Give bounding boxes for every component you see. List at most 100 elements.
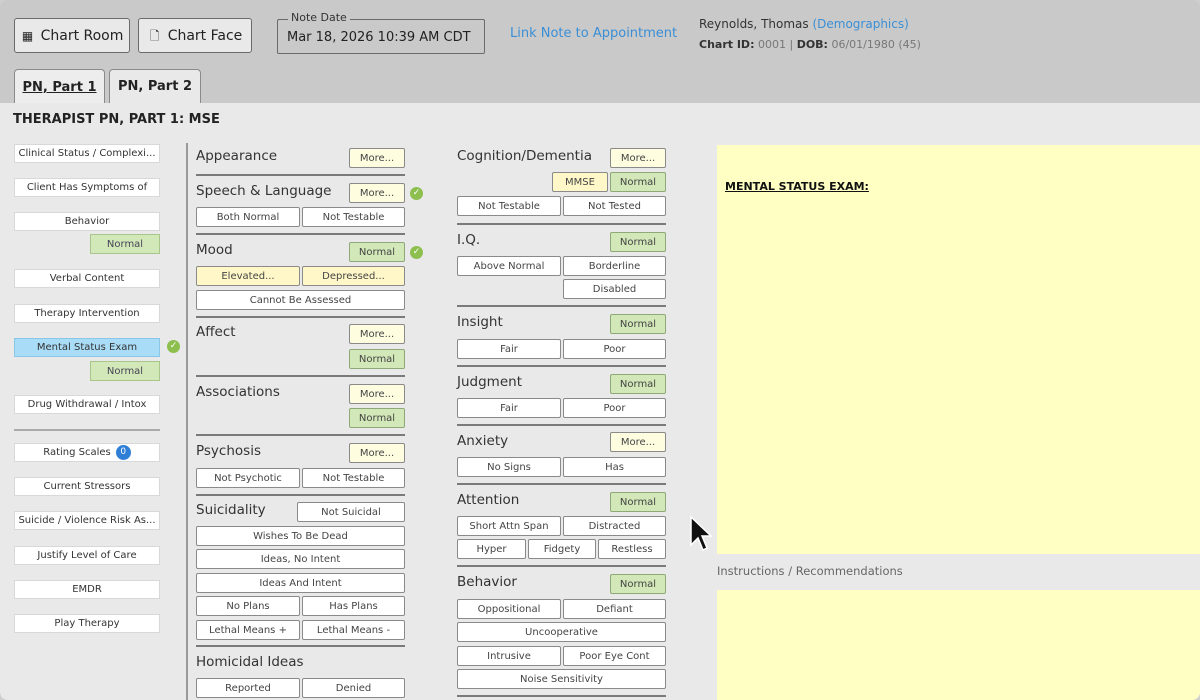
dob-label: DOB: (796, 38, 828, 51)
chart-room-button[interactable]: ▦ Chart Room (14, 18, 130, 53)
behavior-normal-badge: Normal (90, 234, 160, 254)
distracted-button[interactable]: Distracted (563, 516, 666, 536)
anxiety-has-button[interactable]: Has (563, 457, 666, 477)
mental-status-exam-note-area[interactable]: MENTAL STATUS EXAM: (717, 145, 1200, 554)
restless-button[interactable]: Restless (598, 539, 666, 559)
section-divider (196, 233, 405, 235)
mouse-cursor-icon (690, 515, 712, 552)
link-note-to-appointment[interactable]: Link Note to Appointment (510, 26, 677, 41)
insight-poor-button[interactable]: Poor (563, 339, 666, 359)
sidebar-item-play-therapy[interactable]: Play Therapy (14, 614, 160, 633)
psychosis-more-button[interactable]: More... (349, 443, 405, 463)
ideas-and-intent-button[interactable]: Ideas And Intent (196, 573, 405, 593)
behavior-normal-button[interactable]: Normal (610, 574, 666, 594)
mood-depressed-button[interactable]: Depressed... (302, 266, 405, 286)
demographics-link[interactable]: (Demographics) (812, 17, 908, 31)
fidgety-button[interactable]: Fidgety (528, 539, 596, 559)
sidebar-item-mental-status-exam[interactable]: Mental Status Exam (14, 338, 160, 357)
short-attn-span-button[interactable]: Short Attn Span (457, 516, 561, 536)
tab-pn-part-2[interactable]: PN, Part 2 (109, 69, 201, 103)
noise-sensitivity-button[interactable]: Noise Sensitivity (457, 669, 666, 689)
sidebar-item-rating-scales[interactable]: Rating Scales 0 (14, 443, 160, 462)
app-window: ▦ Chart Room 🗋 Chart Face Note Date Mar … (0, 0, 1200, 700)
cognition-normal-button[interactable]: Normal (610, 172, 666, 192)
speech-check-icon: ✓ (410, 187, 423, 200)
anxiety-more-button[interactable]: More... (610, 432, 666, 452)
sidebar-item-verbal-content[interactable]: Verbal Content (14, 269, 160, 288)
sidebar-item-behavior[interactable]: Behavior (14, 212, 160, 231)
affect-more-button[interactable]: More... (349, 324, 405, 344)
speech-not-testable-button[interactable]: Not Testable (302, 207, 405, 227)
sidebar-item-justify-level-of-care[interactable]: Justify Level of Care (14, 546, 160, 565)
homicidal-denied-button[interactable]: Denied (302, 678, 405, 698)
associations-normal-button[interactable]: Normal (349, 408, 405, 428)
iq-normal-button[interactable]: Normal (610, 232, 666, 252)
mood-elevated-button[interactable]: Elevated... (196, 266, 300, 286)
appearance-heading: Appearance (196, 148, 278, 164)
rating-scales-label: Rating Scales (43, 447, 111, 458)
poor-eye-contact-button[interactable]: Poor Eye Cont (563, 646, 666, 666)
mmse-button[interactable]: MMSE (552, 172, 608, 192)
ideas-no-intent-button[interactable]: Ideas, No Intent (196, 549, 405, 569)
judgment-poor-button[interactable]: Poor (563, 398, 666, 418)
lethal-means-plus-button[interactable]: Lethal Means + (196, 620, 300, 640)
mental-status-check-icon: ✓ (167, 340, 180, 353)
sidebar-item-emdr[interactable]: EMDR (14, 580, 160, 599)
speech-language-heading: Speech & Language (196, 183, 332, 199)
intrusive-button[interactable]: Intrusive (457, 646, 561, 666)
oppositional-button[interactable]: Oppositional (457, 599, 561, 619)
insight-normal-button[interactable]: Normal (610, 314, 666, 334)
speech-more-button[interactable]: More... (349, 183, 405, 203)
associations-more-button[interactable]: More... (349, 384, 405, 404)
sidebar-item-drug-withdrawal[interactable]: Drug Withdrawal / Intox (14, 395, 160, 414)
sidebar-item-clinical-status[interactable]: Clinical Status / Complexi... (14, 144, 160, 163)
iq-above-normal-button[interactable]: Above Normal (457, 256, 561, 276)
note-date-label: Note Date (288, 11, 350, 24)
lethal-means-minus-button[interactable]: Lethal Means - (302, 620, 405, 640)
sidebar-item-suicide-violence[interactable]: Suicide / Violence Risk As... (14, 511, 160, 530)
note-date-field[interactable]: Note Date Mar 18, 2026 10:39 AM CDT (277, 11, 485, 54)
mood-normal-button[interactable]: Normal (349, 242, 405, 262)
anxiety-no-signs-button[interactable]: No Signs (457, 457, 561, 477)
attention-normal-button[interactable]: Normal (610, 492, 666, 512)
section-divider (196, 316, 405, 318)
suicidality-heading: Suicidality (196, 502, 266, 518)
homicidal-reported-button[interactable]: Reported (196, 678, 300, 698)
chart-face-button[interactable]: 🗋 Chart Face (138, 18, 252, 53)
affect-normal-button[interactable]: Normal (349, 349, 405, 369)
sidebar-vertical-divider (186, 143, 188, 700)
not-suicidal-button[interactable]: Not Suicidal (297, 502, 405, 522)
tab-pn-part-1[interactable]: PN, Part 1 (14, 69, 105, 105)
hyper-button[interactable]: Hyper (457, 539, 526, 559)
not-psychotic-button[interactable]: Not Psychotic (196, 468, 300, 488)
section-divider (196, 375, 405, 377)
cognition-not-testable-button[interactable]: Not Testable (457, 196, 561, 216)
appearance-more-button[interactable]: More... (349, 148, 405, 168)
cognition-not-tested-button[interactable]: Not Tested (563, 196, 666, 216)
mood-check-icon: ✓ (410, 246, 423, 259)
iq-disabled-button[interactable]: Disabled (563, 279, 666, 299)
psychosis-not-testable-button[interactable]: Not Testable (302, 468, 405, 488)
sidebar-item-therapy-intervention[interactable]: Therapy Intervention (14, 304, 160, 323)
psychosis-heading: Psychosis (196, 443, 261, 459)
both-normal-button[interactable]: Both Normal (196, 207, 300, 227)
judgment-fair-button[interactable]: Fair (457, 398, 561, 418)
has-plans-button[interactable]: Has Plans (302, 596, 405, 616)
mood-cannot-assess-button[interactable]: Cannot Be Assessed (196, 290, 405, 310)
instructions-text-area[interactable] (717, 590, 1200, 700)
section-divider (196, 434, 405, 436)
insight-fair-button[interactable]: Fair (457, 339, 561, 359)
no-plans-button[interactable]: No Plans (196, 596, 300, 616)
section-divider (457, 424, 666, 426)
mse-normal-badge: Normal (90, 361, 160, 381)
wishes-to-be-dead-button[interactable]: Wishes To Be Dead (196, 526, 405, 546)
uncooperative-button[interactable]: Uncooperative (457, 622, 666, 642)
defiant-button[interactable]: Defiant (563, 599, 666, 619)
iq-borderline-button[interactable]: Borderline (563, 256, 666, 276)
sidebar-item-current-stressors[interactable]: Current Stressors (14, 477, 160, 496)
cognition-more-button[interactable]: More... (610, 148, 666, 168)
chart-id-label: Chart ID: (699, 38, 755, 51)
content-area: THERAPIST PN, PART 1: MSE Clinical Statu… (0, 103, 1200, 700)
sidebar-item-client-symptoms[interactable]: Client Has Symptoms of (14, 178, 160, 197)
judgment-normal-button[interactable]: Normal (610, 374, 666, 394)
